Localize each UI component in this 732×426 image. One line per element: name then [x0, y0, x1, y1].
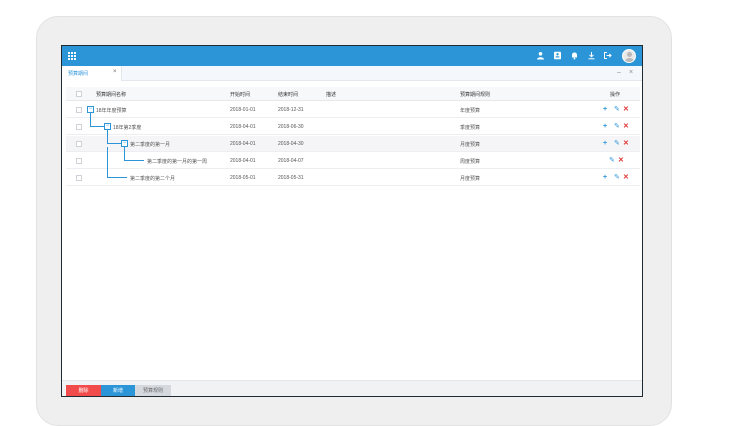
delete-button[interactable]: 删除 [66, 385, 101, 396]
app-window: 预算期间 × – × 预算期间名称 开始时间 结束时间 描述 预算期间规则 操作… [61, 45, 643, 397]
row-end: 2018-04-07 [278, 158, 304, 164]
delete-icon[interactable]: ✕ [623, 173, 629, 182]
row-end: 2018-12-31 [278, 107, 304, 113]
minimize-button[interactable]: – [617, 69, 621, 76]
row-start: 2018-05-01 [230, 175, 256, 181]
table-row[interactable]: − 第二季度的第一月 2018-04-01 2018-04-30 月度预算 + … [66, 130, 640, 152]
table-header: 预算期间名称 开始时间 结束时间 描述 预算期间规则 操作 [66, 87, 640, 101]
add-button[interactable]: 新增 [101, 385, 135, 396]
row-start: 2018-01-01 [230, 107, 256, 113]
edit-icon[interactable]: ✎ [614, 139, 620, 148]
row-rule: 季度预算 [460, 125, 481, 131]
row-start: 2018-04-01 [230, 141, 256, 147]
delete-icon[interactable]: ✕ [623, 105, 629, 114]
tree-connector [90, 113, 104, 127]
tab-bar: 预算期间 × – × [62, 66, 642, 81]
row-start: 2018-04-01 [230, 158, 256, 164]
select-all-checkbox[interactable] [76, 91, 82, 97]
add-child-icon[interactable]: + [603, 105, 607, 114]
header-start: 开始时间 [230, 92, 251, 98]
row-name: 第二季度的第二个月 [130, 176, 176, 182]
add-child-icon[interactable]: + [603, 122, 607, 131]
row-checkbox[interactable] [76, 141, 82, 147]
row-checkbox[interactable] [76, 124, 82, 130]
edit-icon[interactable]: ✎ [614, 105, 620, 114]
header-desc: 描述 [326, 92, 337, 98]
top-navbar [62, 46, 642, 66]
edit-icon[interactable]: ✎ [609, 156, 615, 165]
tab-close-icon[interactable]: × [113, 69, 117, 75]
edit-icon[interactable]: ✎ [614, 173, 620, 182]
delete-icon[interactable]: ✕ [618, 156, 624, 165]
user-icon[interactable] [536, 51, 545, 60]
row-checkbox[interactable] [76, 175, 82, 181]
add-child-icon[interactable]: + [603, 173, 607, 182]
row-rule: 月度预算 [460, 142, 481, 148]
row-rule: 周度预算 [460, 159, 481, 165]
tree-connector [124, 147, 144, 161]
contact-card-icon[interactable] [553, 51, 562, 60]
row-start: 2018-04-01 [230, 124, 256, 130]
header-name: 预算期间名称 [96, 92, 127, 98]
collapse-toggle-icon[interactable]: − [87, 106, 94, 113]
add-child-icon[interactable]: + [603, 139, 607, 148]
bell-icon[interactable] [570, 51, 579, 60]
delete-icon[interactable]: ✕ [623, 139, 629, 148]
row-end: 2018-05-31 [278, 175, 304, 181]
budget-rule-button[interactable]: 预算规则 [135, 385, 171, 396]
row-checkbox[interactable] [76, 107, 82, 113]
table-row[interactable]: − 18年年度预算 2018-01-01 2018-12-31 年度预算 + ✎… [66, 102, 640, 118]
tree-connector [107, 130, 121, 144]
footer-toolbar: 删除 新增 预算规则 [62, 380, 642, 396]
logout-icon[interactable] [603, 51, 612, 60]
row-rule: 月度预算 [460, 176, 481, 182]
table-row[interactable]: 第二季度的第二个月 2018-05-01 2018-05-31 月度预算 + ✎… [66, 147, 640, 186]
delete-icon[interactable]: ✕ [623, 122, 629, 131]
download-icon[interactable] [587, 51, 596, 60]
row-end: 2018-06-30 [278, 124, 304, 130]
table-row[interactable]: − 18年第2季度 2018-04-01 2018-06-30 季度预算 + ✎… [66, 113, 640, 135]
tree-connector [107, 147, 127, 178]
collapse-toggle-icon[interactable]: − [104, 123, 111, 130]
row-end: 2018-04-30 [278, 141, 304, 147]
tab-label: 预算期间 [68, 71, 89, 77]
header-end: 结束时间 [278, 92, 299, 98]
close-window-button[interactable]: × [629, 69, 633, 76]
avatar[interactable] [622, 49, 636, 63]
edit-icon[interactable]: ✎ [614, 122, 620, 131]
table-row[interactable]: 第二季度的第一月的第一周 2018-04-01 2018-04-07 周度预算 … [66, 147, 640, 169]
header-ops: 操作 [610, 92, 621, 98]
row-rule: 年度预算 [460, 108, 481, 114]
apps-icon[interactable] [68, 52, 76, 60]
row-name: 第二季度的第一月的第一周 [147, 159, 208, 165]
row-checkbox[interactable] [76, 158, 82, 164]
tab-budget-period[interactable]: 预算期间 × [62, 66, 122, 81]
header-rule: 预算期间规则 [460, 92, 491, 98]
collapse-toggle-icon[interactable]: − [121, 140, 128, 147]
